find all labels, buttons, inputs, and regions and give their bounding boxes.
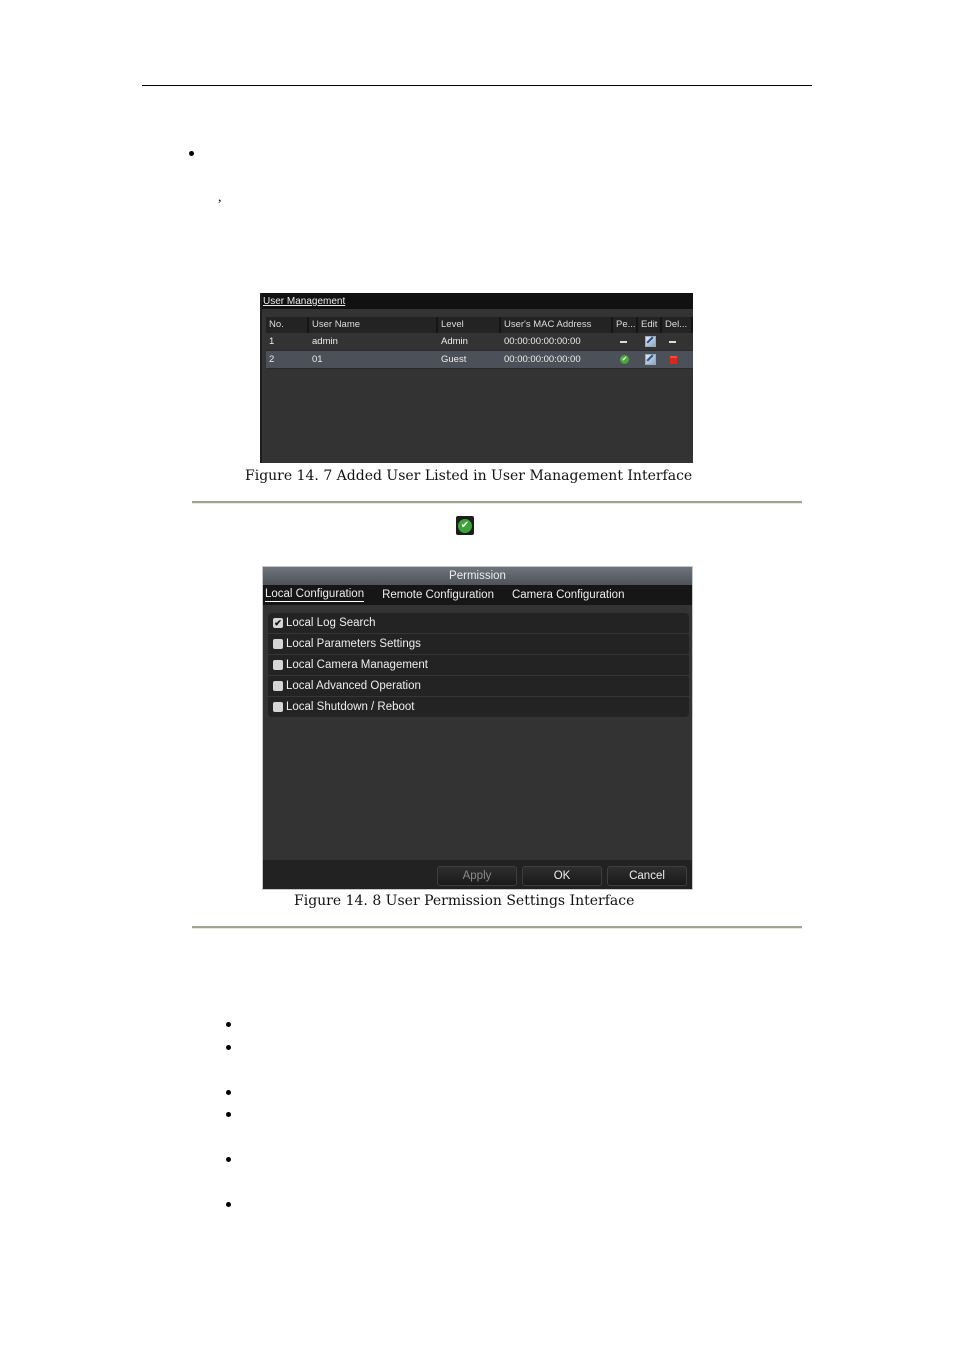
permission-label: Local Log Search (286, 617, 376, 629)
bullet (226, 1157, 231, 1162)
dash-icon (669, 340, 676, 343)
cell-user-name: admin (312, 336, 338, 347)
table-header: No. User Name Level User's MAC Address P… (266, 317, 693, 333)
permission-window: Permission Local Configuration Remote Co… (262, 566, 693, 890)
permission-item-local-camera-management[interactable]: Local Camera Management (268, 655, 689, 676)
cell-mac: 00:00:00:00:00:00 (504, 336, 581, 347)
checkbox[interactable] (273, 702, 283, 712)
cell-delete (662, 333, 693, 350)
col-permission[interactable]: Pe... (613, 317, 638, 333)
permission-label: Local Advanced Operation (286, 680, 421, 692)
table-row-selected[interactable]: 2 01 Guest 00:00:00:00:00:00 ✔ (266, 351, 693, 369)
cancel-button[interactable]: Cancel (607, 866, 687, 886)
col-no[interactable]: No. (266, 317, 309, 333)
figure-caption-14-8: Figure 14. 8 User Permission Settings In… (294, 893, 635, 909)
col-mac[interactable]: User's MAC Address (501, 317, 613, 333)
permission-label: Local Camera Management (286, 659, 428, 671)
user-management-window: User Management No. User Name Level User… (260, 293, 693, 463)
checkbox[interactable] (273, 639, 283, 649)
table-row[interactable]: 1 admin Admin 00:00:00:00:00:00 (266, 333, 693, 351)
col-delete[interactable]: Del... (662, 317, 693, 333)
cell-edit[interactable] (638, 333, 662, 350)
permission-title: Permission (263, 567, 692, 585)
permission-item-local-log-search[interactable]: ✔ Local Log Search (268, 613, 689, 634)
dash-icon (620, 340, 627, 343)
tab-camera-configuration[interactable]: Camera Configuration (512, 589, 625, 602)
bullet (226, 1045, 231, 1050)
edit-icon[interactable] (645, 336, 656, 347)
section-separator (192, 501, 802, 504)
cell-no: 1 (269, 336, 275, 347)
cell-edit[interactable] (638, 351, 662, 368)
cell-permission[interactable]: ✔ (613, 351, 638, 368)
cell-permission (613, 333, 638, 350)
cell-user-name: 01 (312, 354, 323, 365)
section-separator (192, 926, 802, 929)
bullet (226, 1202, 231, 1207)
user-management-title: User Management (262, 293, 693, 309)
permission-tabs: Local Configuration Remote Configuration… (263, 585, 692, 605)
permission-item-local-shutdown-reboot[interactable]: Local Shutdown / Reboot (268, 697, 689, 717)
permission-item-local-parameters-settings[interactable]: Local Parameters Settings (268, 634, 689, 655)
cell-no: 2 (269, 354, 275, 365)
cell-level: Admin (441, 336, 468, 347)
col-edit[interactable]: Edit (638, 317, 662, 333)
permission-label: Local Parameters Settings (286, 638, 421, 650)
tab-local-configuration[interactable]: Local Configuration (265, 588, 365, 602)
cell-mac: 00:00:00:00:00:00 (504, 354, 581, 365)
col-user-name[interactable]: User Name (309, 317, 438, 333)
figure-caption-14-7: Figure 14. 7 Added User Listed in User M… (245, 468, 693, 484)
col-level[interactable]: Level (438, 317, 501, 333)
cell-level: Guest (441, 354, 467, 365)
checkbox-checked[interactable]: ✔ (273, 618, 283, 628)
edit-icon[interactable] (645, 354, 656, 365)
bullet (226, 1112, 231, 1117)
check-circle-icon[interactable]: ✔ (620, 355, 629, 364)
checkbox[interactable] (273, 660, 283, 670)
user-table: No. User Name Level User's MAC Address P… (266, 317, 693, 369)
permission-list: ✔ Local Log Search Local Parameters Sett… (268, 613, 689, 717)
apply-button[interactable]: Apply (437, 866, 517, 886)
page-header-rule (142, 85, 812, 86)
permission-footer: Apply OK Cancel (263, 860, 692, 889)
checkbox[interactable] (273, 681, 283, 691)
cell-delete[interactable] (662, 351, 693, 368)
bullet (189, 151, 194, 156)
bullet (226, 1090, 231, 1095)
ok-button[interactable]: OK (522, 866, 602, 886)
tab-remote-configuration[interactable]: Remote Configuration (382, 589, 494, 602)
check-circle-icon: ✔ (458, 518, 472, 533)
inline-check-icon-wrapper: ✔ (456, 516, 474, 535)
trash-icon[interactable] (670, 355, 677, 364)
permission-item-local-advanced-operation[interactable]: Local Advanced Operation (268, 676, 689, 697)
bullet (226, 1022, 231, 1027)
stray-comma: , (218, 190, 222, 205)
permission-label: Local Shutdown / Reboot (286, 701, 415, 713)
